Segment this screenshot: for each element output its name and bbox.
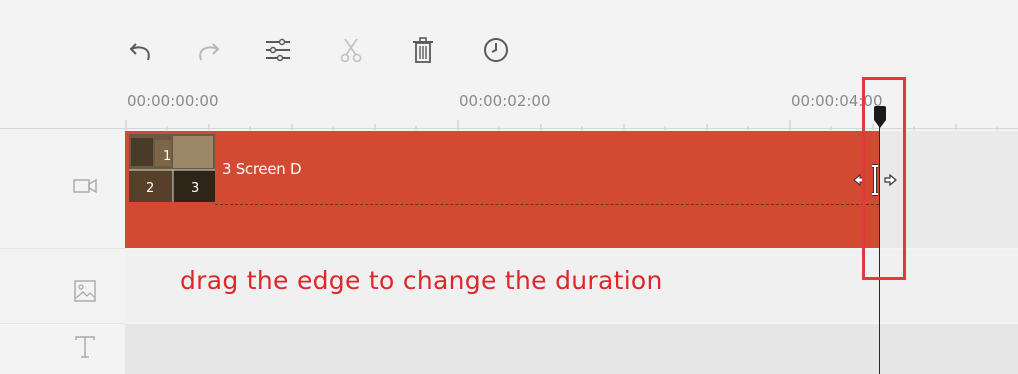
clip-name: 3 Screen D <box>222 160 302 178</box>
instruction-caption: drag the edge to change the duration <box>180 266 663 295</box>
highlight-box <box>862 77 906 280</box>
video-camera-icon <box>73 178 97 194</box>
thumb-number: 3 <box>191 181 199 196</box>
duration-button[interactable] <box>478 30 514 70</box>
delete-button[interactable] <box>405 30 441 70</box>
clip-thumbnail: 1 2 3 <box>129 134 215 202</box>
thumb-number: 2 <box>146 181 154 196</box>
cut-button[interactable] <box>333 30 369 70</box>
ruler-label: 00:00:00:00 <box>127 92 219 110</box>
track-divider <box>0 248 125 249</box>
image-icon <box>74 280 96 302</box>
clip-audio-line <box>215 204 879 205</box>
track-divider <box>0 323 125 324</box>
adjust-icon <box>266 38 290 62</box>
undo-button[interactable] <box>123 30 159 70</box>
timeline-toolbar <box>0 0 1018 80</box>
delete-icon <box>413 37 433 63</box>
ruler-label: 00:00:02:00 <box>459 92 551 110</box>
video-clip[interactable]: 1 2 3 3 Screen D <box>125 131 879 248</box>
track-headers <box>0 130 125 374</box>
undo-icon <box>129 43 150 61</box>
timeline-editor: 00:00:00:00 00:00:02:00 00:00:04:00 1 2 … <box>0 0 1018 374</box>
redo-button[interactable] <box>190 30 226 70</box>
thumb-number: 1 <box>163 149 171 164</box>
text-track[interactable] <box>125 324 1018 374</box>
redo-icon <box>199 43 220 61</box>
text-icon <box>75 336 95 358</box>
clock-icon <box>484 38 508 62</box>
adjust-button[interactable] <box>260 30 296 70</box>
cut-icon <box>340 38 362 63</box>
